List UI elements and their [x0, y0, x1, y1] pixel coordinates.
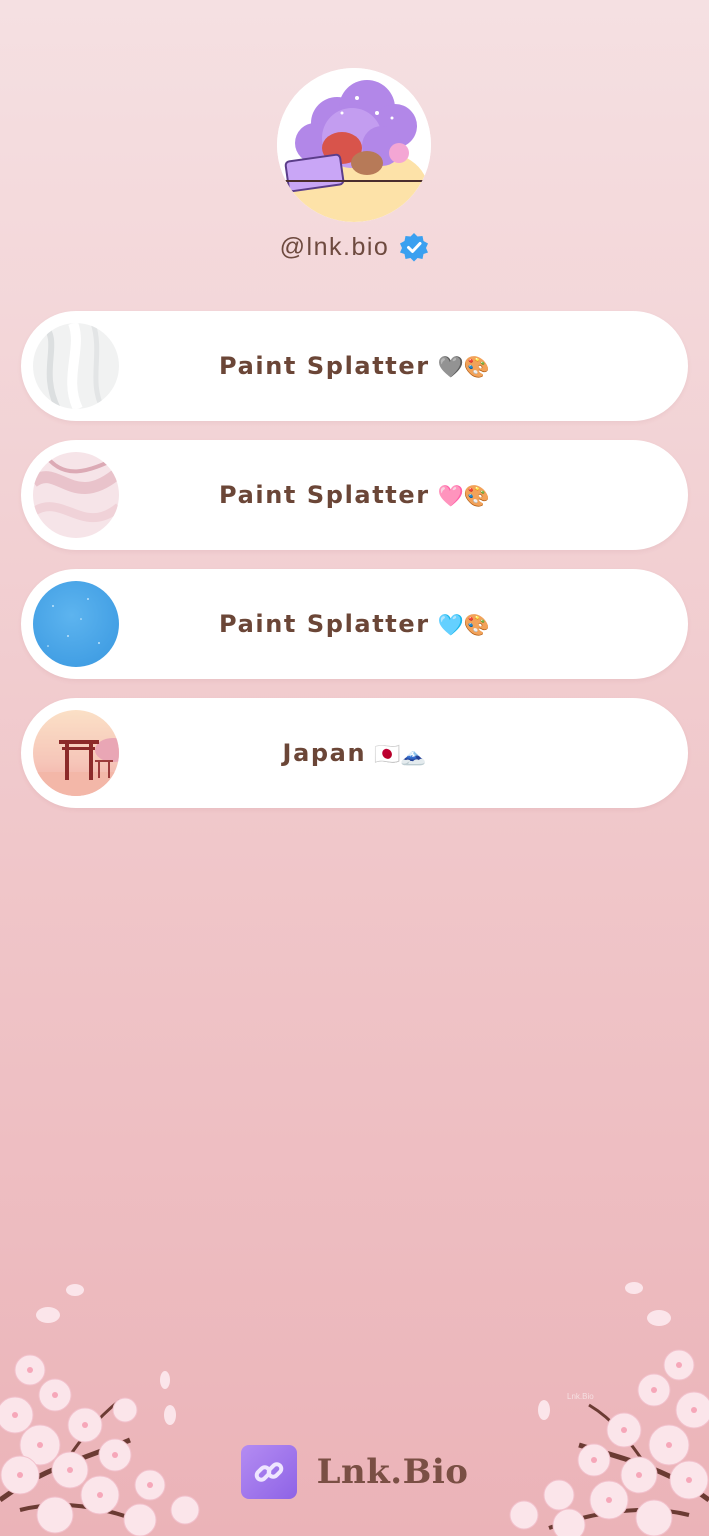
link-title: Paint Splatter 🩶🎨	[219, 352, 490, 380]
link-thumbnail-pink-marble	[33, 452, 119, 538]
brand-name: Lnk.Bio	[316, 1452, 469, 1492]
link-list: Paint Splatter 🩶🎨 Paint Splatter 🩷🎨 Pain…	[21, 311, 688, 827]
footer-brand[interactable]: Lnk.Bio	[0, 1445, 709, 1499]
link-thumbnail-blue-glitter	[33, 581, 119, 667]
lnk-bio-logo-icon	[240, 1445, 297, 1499]
link-thumbnail-white-marble	[33, 323, 119, 409]
link-button-paint-splatter-pink[interactable]: Paint Splatter 🩷🎨	[21, 440, 688, 550]
link-title: Paint Splatter 🩷🎨	[219, 481, 490, 509]
link-title: Paint Splatter 🩵🎨	[219, 610, 490, 638]
link-button-japan[interactable]: Japan 🇯🇵🗻	[21, 698, 688, 808]
profile-header: @lnk.bio	[0, 232, 709, 262]
link-button-paint-splatter-grey[interactable]: Paint Splatter 🩶🎨	[21, 311, 688, 421]
verified-badge-icon	[400, 233, 429, 262]
profile-handle: @lnk.bio	[279, 232, 390, 261]
chain-link-icon	[254, 1462, 283, 1482]
profile-avatar[interactable]	[277, 68, 431, 222]
link-button-paint-splatter-blue[interactable]: Paint Splatter 🩵🎨	[21, 569, 688, 679]
link-title: Japan 🇯🇵🗻	[282, 739, 427, 767]
link-thumbnail-torii-gate	[33, 710, 119, 796]
watermark-text: Lnk.Bio	[567, 1392, 594, 1401]
